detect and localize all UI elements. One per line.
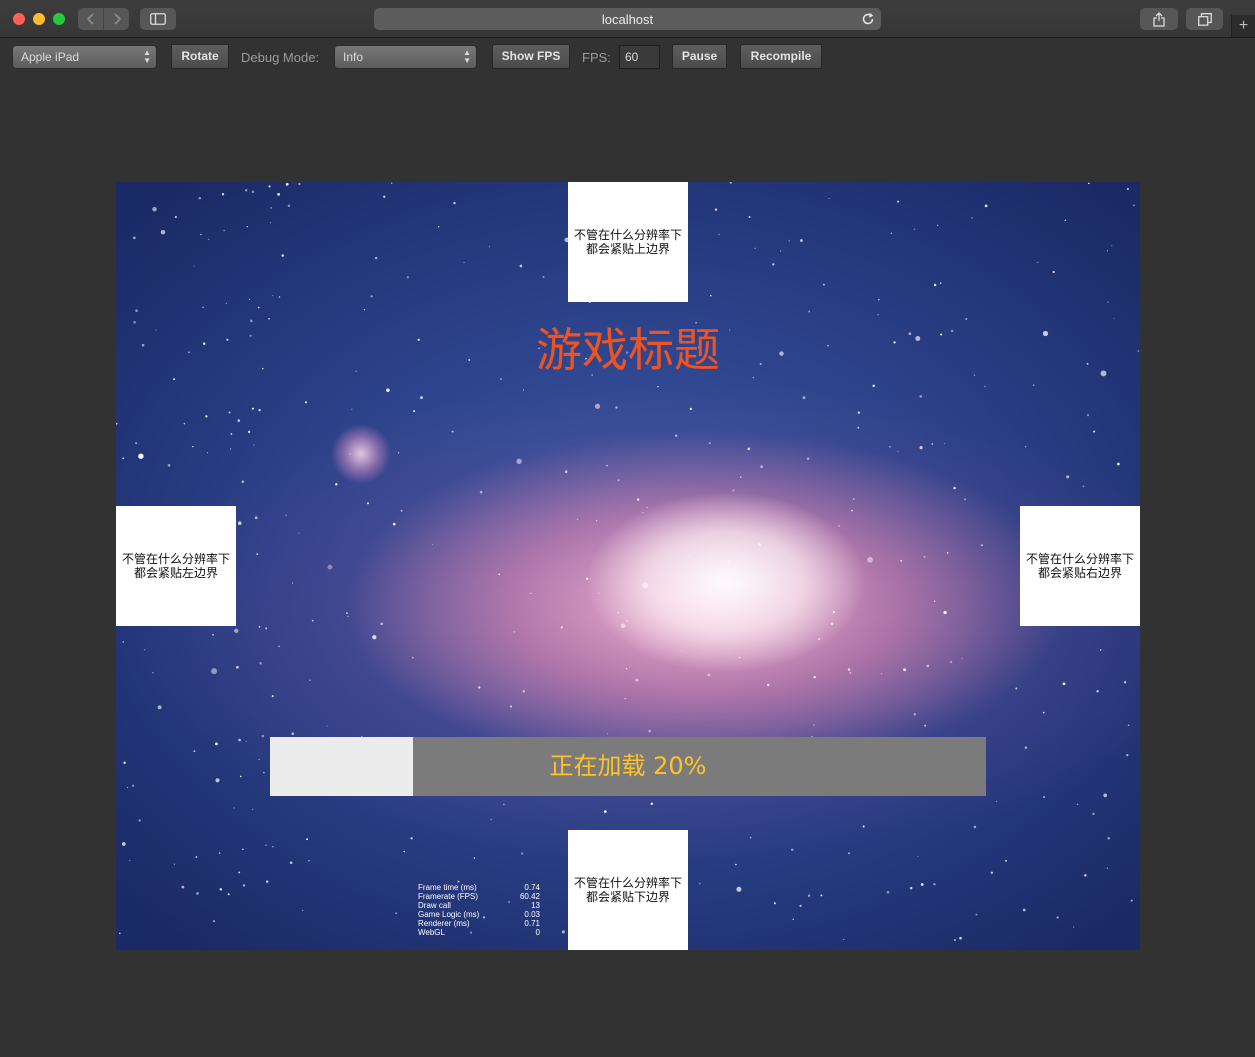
stat-row: Framerate (FPS) 60.42 <box>418 892 540 901</box>
stat-row: Frame time (ms) 0.74 <box>418 883 540 892</box>
share-button[interactable] <box>1140 8 1178 30</box>
navigation-buttons <box>78 8 129 30</box>
stat-label: WebGL <box>418 928 445 937</box>
recompile-button[interactable]: Recompile <box>740 44 822 69</box>
stat-value: 60.42 <box>519 892 540 901</box>
stat-label: Framerate (FPS) <box>418 892 479 901</box>
stat-row: Draw call 13 <box>418 901 540 910</box>
top-anchored-widget: 不管在什么分辨率下 都会紧贴上边界 <box>568 182 688 302</box>
stat-label: Draw call <box>418 901 451 910</box>
stat-row: WebGL 0 <box>418 928 540 937</box>
stat-value: 0.74 <box>524 883 540 892</box>
zoom-window-button[interactable] <box>53 13 65 25</box>
simulator-toolbar: Apple iPad ▲ ▼ Rotate Debug Mode: Info ▲ ▼… <box>0 39 1255 77</box>
chevron-left-icon <box>86 13 94 25</box>
reload-icon[interactable] <box>861 12 875 26</box>
forward-button[interactable] <box>104 8 129 30</box>
top-widget-text: 不管在什么分辨率下 都会紧贴上边界 <box>573 228 682 256</box>
stat-row: Renderer (ms) 0.71 <box>418 919 540 928</box>
stat-label: Frame time (ms) <box>418 883 477 892</box>
stat-value: 13 <box>531 901 540 910</box>
back-button[interactable] <box>78 8 103 30</box>
show-fps-button[interactable]: Show FPS <box>492 44 570 69</box>
right-widget-text: 不管在什么分辨率下 都会紧贴右边界 <box>1025 552 1134 580</box>
fps-input[interactable]: 60 <box>619 45 660 69</box>
minimize-window-button[interactable] <box>33 13 45 25</box>
fps-label: FPS: <box>582 50 611 65</box>
bottom-anchored-widget: 不管在什么分辨率下 都会紧贴下边界 <box>568 830 688 950</box>
stat-value: 0 <box>535 928 540 937</box>
tabs-icon <box>1197 12 1212 26</box>
loading-progress-bar: 正在加载 20% <box>270 737 986 796</box>
pause-button[interactable]: Pause <box>672 44 727 69</box>
rotate-button[interactable]: Rotate <box>171 44 229 69</box>
game-title: 游戏标题 <box>536 323 720 377</box>
browser-window: localhost + Apple iPad ▲ ▼ Rotate Debug M… <box>0 0 1255 1057</box>
sidebar-icon <box>150 13 166 25</box>
debug-mode-value: Info <box>343 50 364 64</box>
device-select-value: Apple iPad <box>21 50 80 64</box>
performance-stats: Frame time (ms) 0.74 Framerate (FPS) 60.42 D… <box>418 883 540 937</box>
stat-value: 0.03 <box>524 910 540 919</box>
device-select[interactable]: Apple iPad ▲ ▼ <box>12 45 157 69</box>
stat-row: Game Logic (ms) 0.03 <box>418 910 540 919</box>
loading-text: 正在加载 20% <box>549 752 707 780</box>
select-arrows-icon: ▲ ▼ <box>463 48 471 65</box>
show-tabs-button[interactable] <box>1186 8 1223 30</box>
close-window-button[interactable] <box>13 13 25 25</box>
sidebar-toggle-button[interactable] <box>140 8 176 30</box>
address-bar[interactable]: localhost <box>374 8 881 30</box>
share-icon <box>1153 11 1165 27</box>
left-anchored-widget: 不管在什么分辨率下 都会紧贴左边界 <box>116 506 236 626</box>
right-anchored-widget: 不管在什么分辨率下 都会紧贴右边界 <box>1020 506 1140 626</box>
select-arrows-icon: ▲ ▼ <box>143 48 151 65</box>
address-text: localhost <box>601 11 654 27</box>
debug-mode-label: Debug Mode: <box>241 50 320 65</box>
game-canvas[interactable]: 不管在什么分辨率下 都会紧贴上边界 不管在什么分辨率下 都会紧贴左边界 不管在什… <box>116 182 1140 950</box>
debug-mode-select[interactable]: Info ▲ ▼ <box>334 45 477 69</box>
stat-label: Game Logic (ms) <box>418 910 480 919</box>
stat-value: 0.71 <box>524 919 540 928</box>
title-bar: localhost + <box>0 0 1255 38</box>
bottom-widget-text: 不管在什么分辨率下 都会紧贴下边界 <box>573 876 682 904</box>
new-tab-button[interactable]: + <box>1231 15 1255 37</box>
chevron-right-icon <box>113 13 121 25</box>
left-widget-text: 不管在什么分辨率下 都会紧贴左边界 <box>121 552 230 580</box>
stat-label: Renderer (ms) <box>418 919 470 928</box>
